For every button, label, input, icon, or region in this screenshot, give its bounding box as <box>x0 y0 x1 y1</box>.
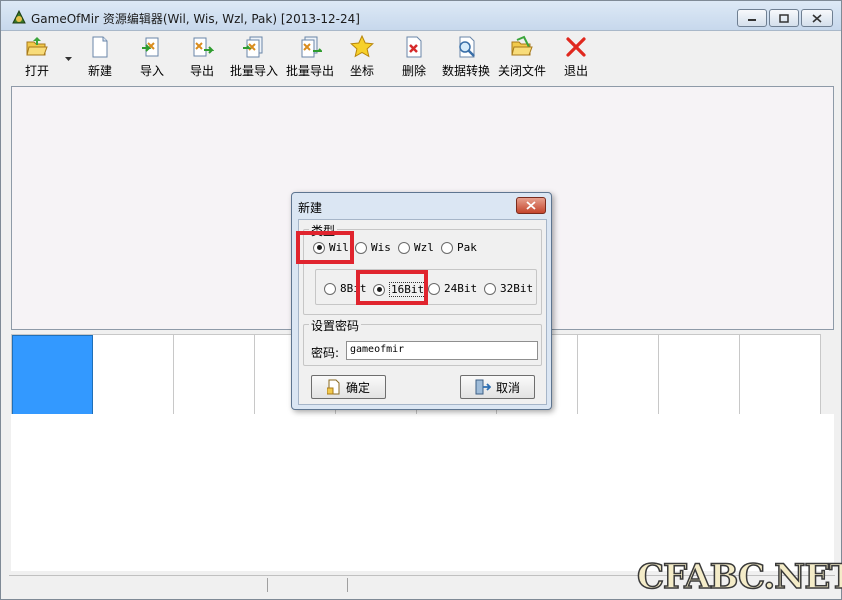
status-separator <box>347 578 348 592</box>
grid-cell[interactable] <box>92 335 174 415</box>
exit-button[interactable]: 退出 <box>561 35 591 83</box>
batch-import-icon <box>243 36 263 58</box>
batch-import-button[interactable]: 批量导入 <box>229 35 279 83</box>
maximize-icon <box>779 13 789 23</box>
minimize-button[interactable] <box>737 9 767 27</box>
password-group-label: 设置密码 <box>309 317 362 334</box>
radio-wis[interactable]: Wis <box>355 241 391 254</box>
close-icon <box>526 201 536 210</box>
highlight-box-bit <box>356 270 428 305</box>
password-label: 密码: <box>311 346 340 360</box>
new-button[interactable]: 新建 <box>85 35 115 83</box>
star-icon <box>350 35 374 58</box>
radio-dot <box>484 282 496 295</box>
ok-page-icon <box>326 379 340 395</box>
export-icon <box>193 37 214 57</box>
cancel-button[interactable]: 取消 <box>460 375 535 399</box>
import-icon <box>142 37 159 57</box>
export-button[interactable]: 导出 <box>187 35 217 83</box>
import-button[interactable]: 导入 <box>137 35 167 83</box>
close-file-button[interactable]: 关闭文件 <box>497 35 547 83</box>
delete-button[interactable]: 删除 <box>399 35 429 83</box>
exit-door-icon <box>475 379 491 395</box>
dropdown-arrow-icon[interactable] <box>65 57 72 62</box>
status-separator <box>267 578 268 592</box>
radio-24bit[interactable]: 24Bit <box>428 282 477 295</box>
batch-export-button[interactable]: 批量导出 <box>285 35 335 83</box>
data-convert-button[interactable]: 数据转换 <box>441 35 491 83</box>
dialog-title: 新建 <box>298 201 323 215</box>
convert-icon <box>459 36 475 58</box>
watermark: CFABC.NET <box>636 556 842 598</box>
ok-button[interactable]: 确定 <box>311 375 386 399</box>
dialog-close-button[interactable] <box>516 197 546 214</box>
maximize-button[interactable] <box>769 9 799 27</box>
minimize-icon <box>748 19 756 21</box>
grid-cell-selected[interactable] <box>12 335 93 415</box>
delete-icon <box>406 36 422 58</box>
radio-dot <box>441 241 453 254</box>
window-title: GameOfMir 资源编辑器(Wil, Wis, Wzl, Pak) [201… <box>31 12 360 26</box>
close-button[interactable] <box>801 9 833 27</box>
password-input[interactable]: gameofmir <box>346 341 538 360</box>
toolbar: 打开 新建 导入 导出 批量导入 批量导出 坐标 删除 数据转换 关闭文件 退出 <box>9 33 835 83</box>
close-icon <box>812 13 822 23</box>
radio-32bit[interactable]: 32Bit <box>484 282 533 295</box>
grid-cell[interactable] <box>173 335 255 415</box>
main-window: GameOfMir 资源编辑器(Wil, Wis, Wzl, Pak) [201… <box>0 0 842 600</box>
title-bar: GameOfMir 资源编辑器(Wil, Wis, Wzl, Pak) [201… <box>1 1 841 31</box>
highlight-box-type <box>296 231 354 264</box>
close-file-icon <box>511 35 533 56</box>
grid-area[interactable] <box>11 414 834 571</box>
radio-pak[interactable]: Pak <box>441 241 477 254</box>
app-icon <box>12 9 26 24</box>
radio-wzl[interactable]: Wzl <box>398 241 434 254</box>
radio-dot <box>355 241 367 254</box>
grid-cell[interactable] <box>740 335 822 415</box>
new-file-dialog: 新建 类型 Wil Wis Wzl Pak 8Bit 16Bit 24Bit 3… <box>291 192 552 410</box>
new-file-icon <box>92 36 108 58</box>
open-button[interactable]: 打开 <box>19 35 55 83</box>
batch-export-icon <box>301 36 322 58</box>
radio-dot <box>324 282 336 295</box>
open-folder-icon <box>26 37 48 56</box>
radio-dot <box>398 241 410 254</box>
radio-dot <box>428 282 440 295</box>
grid-cell[interactable] <box>659 335 741 415</box>
grid-cell[interactable] <box>578 335 660 415</box>
exit-icon <box>566 37 586 57</box>
coordinate-button[interactable]: 坐标 <box>347 35 377 83</box>
